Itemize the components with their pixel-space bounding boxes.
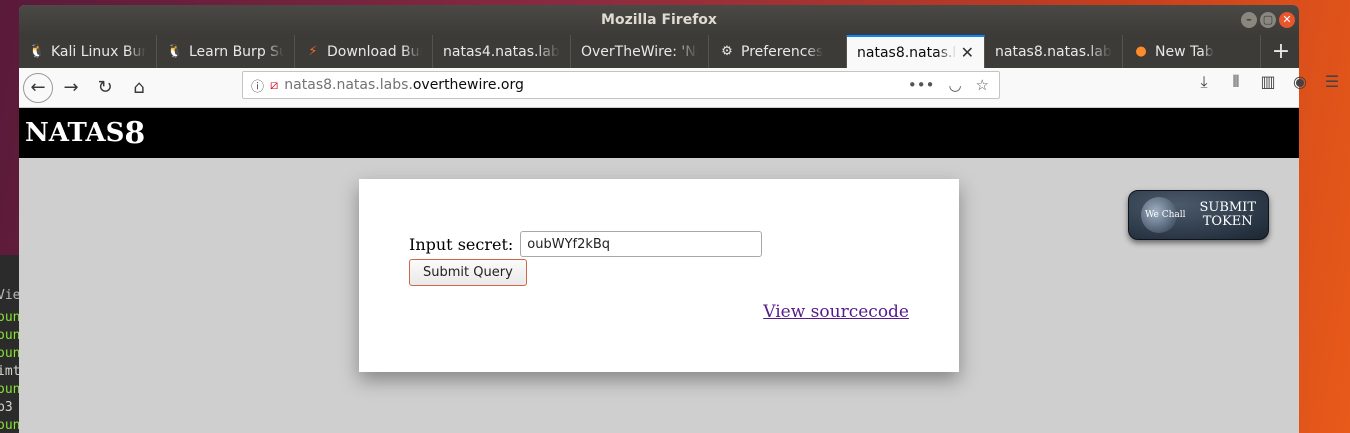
- tab-natas4[interactable]: natas4.natas.labs: [433, 35, 571, 68]
- submit-token-line-1: SUBMIT: [1199, 200, 1256, 215]
- tab-label: natas8.natas.la: [857, 44, 957, 61]
- terminal-line: b3: [0, 400, 13, 415]
- content-box: Input secret: Submit Query View sourceco…: [359, 179, 959, 372]
- bookmark-star-icon[interactable]: ☆: [976, 76, 989, 94]
- tab-label: Kali Linux Burp: [51, 43, 146, 60]
- window-title: Mozilla Firefox: [601, 12, 717, 28]
- natas-header: NATAS 8: [19, 108, 1299, 158]
- gear-icon: ⚙: [721, 44, 733, 59]
- forward-arrow-icon[interactable]: →: [55, 72, 87, 104]
- info-icon[interactable]: ⓘ: [251, 76, 264, 95]
- library-icon[interactable]: ⫴: [1226, 72, 1246, 92]
- firefox-window: Mozilla Firefox – ▢ ✕ 🐧 Kali Linux Burp …: [19, 5, 1299, 433]
- tab-learn-burp-suite[interactable]: 🐧 Learn Burp Sui: [157, 35, 295, 68]
- terminal-menu: Vie: [0, 288, 19, 303]
- tab-label: Preferences: [741, 43, 824, 60]
- tab-kali-linux-burp[interactable]: 🐧 Kali Linux Burp: [19, 35, 157, 68]
- sidebar-icon[interactable]: ▥: [1258, 72, 1278, 92]
- toolbar-right: ⤓ ⫴ ▥ ◉ ☰: [1194, 72, 1342, 92]
- reload-icon[interactable]: ↻: [89, 72, 121, 104]
- pocket-icon[interactable]: ◡: [948, 76, 961, 94]
- secret-input[interactable]: [520, 231, 763, 257]
- terminal-line: imt: [0, 364, 19, 379]
- tab-natas8-active[interactable]: natas8.natas.la ✕: [847, 35, 985, 68]
- secret-form-row: Input secret:: [409, 231, 763, 257]
- download-icon[interactable]: ⤓: [1194, 72, 1214, 92]
- address-bar[interactable]: ⓘ ⧄ natas8.natas.labs. overthewire.org ••…: [242, 71, 1000, 99]
- tab-bar: 🐧 Kali Linux Burp 🐧 Learn Burp Sui ⚡ Dow…: [19, 35, 1299, 68]
- tab-label: OverTheWire: 'Na: [581, 43, 698, 60]
- tab-preferences[interactable]: ⚙ Preferences: [709, 35, 847, 68]
- view-sourcecode-link[interactable]: View sourcecode: [763, 302, 909, 322]
- terminal-line: oun: [0, 328, 19, 343]
- submit-query-button[interactable]: Submit Query: [409, 259, 527, 286]
- tab-overthewire[interactable]: OverTheWire: 'Na: [571, 35, 709, 68]
- new-tab-button[interactable]: +: [1263, 35, 1299, 68]
- tab-label: natas8.natas.labs: [995, 43, 1112, 60]
- terminal-line: oun: [0, 382, 19, 397]
- background-terminal: Vie oun oun oun imt oun b3 oun: [0, 255, 19, 433]
- menu-hamburger-icon[interactable]: ☰: [1322, 72, 1342, 92]
- terminal-line: oun: [0, 310, 19, 325]
- tab-natas8[interactable]: natas8.natas.labs: [985, 35, 1123, 68]
- tux-icon: 🐧: [28, 44, 46, 59]
- page-title-number: 8: [124, 115, 146, 151]
- firefox-icon: ●: [1135, 44, 1147, 59]
- tab-close-icon[interactable]: ✕: [957, 43, 974, 62]
- maximize-icon[interactable]: ▢: [1260, 12, 1276, 28]
- page-content: NATAS8 Input secret: Submit Query View s…: [19, 108, 1299, 433]
- tab-label: Learn Burp Sui: [189, 43, 284, 60]
- terminal-line: oun: [0, 418, 19, 433]
- tab-label: New Tab: [1155, 43, 1214, 60]
- submit-token-line-2: TOKEN: [1202, 214, 1253, 229]
- window-controls: – ▢ ✕: [1241, 12, 1295, 28]
- tab-label: Download Bur: [327, 43, 422, 60]
- secret-label: Input secret:: [409, 234, 514, 254]
- page-title: NATAS: [25, 118, 125, 148]
- close-icon[interactable]: ✕: [1279, 12, 1295, 28]
- minimize-icon[interactable]: –: [1241, 12, 1257, 28]
- tux-icon: 🐧: [166, 44, 184, 59]
- window-titlebar[interactable]: Mozilla Firefox – ▢ ✕: [19, 5, 1299, 35]
- page-actions-icon[interactable]: •••: [908, 76, 935, 94]
- account-icon[interactable]: ◉: [1290, 72, 1310, 92]
- tab-label: natas4.natas.labs: [443, 43, 560, 60]
- url-host-prefix: natas8.natas.labs.: [284, 77, 413, 93]
- url-host-main: overthewire.org: [412, 77, 524, 93]
- tab-download-burp[interactable]: ⚡ Download Bur: [295, 35, 433, 68]
- tab-new-tab[interactable]: ● New Tab: [1123, 35, 1261, 68]
- back-arrow-icon[interactable]: ←: [23, 72, 53, 103]
- terminal-line: oun: [0, 346, 19, 361]
- home-icon[interactable]: ⌂: [123, 72, 155, 104]
- submit-token-label: SUBMIT TOKEN: [1199, 201, 1256, 229]
- wechall-label: We Chall: [1145, 210, 1186, 220]
- insecure-lock-icon[interactable]: ⧄: [270, 78, 278, 93]
- burp-icon: ⚡: [308, 44, 318, 59]
- wechall-submit-token-button[interactable]: We Chall SUBMIT TOKEN: [1128, 190, 1269, 240]
